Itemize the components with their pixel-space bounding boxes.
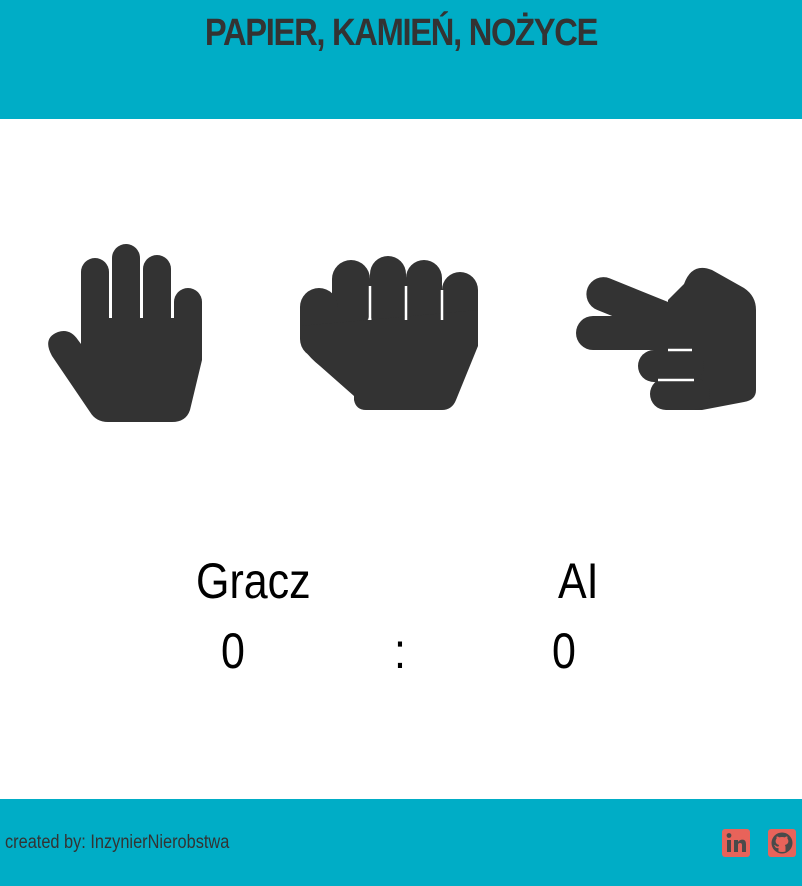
player-score: 0 [221,623,245,679]
score-separator: : [394,623,406,679]
linkedin-icon [726,833,746,852]
hand-scissors-icon [576,267,756,410]
github-link[interactable] [768,829,796,857]
player-label: Gracz [196,553,311,609]
paper-choice-button[interactable] [40,238,210,428]
hand-paper-icon [48,244,203,422]
rock-choice-button[interactable] [296,250,482,416]
scissors-choice-button[interactable] [572,250,762,416]
credits-text: created by: InzynierNierobstwa [5,832,230,853]
linkedin-link[interactable] [722,829,750,857]
ai-label: AI [558,553,599,609]
ai-score: 0 [552,623,576,679]
github-icon [771,832,793,854]
page-title: PAPIER, KAMIEŃ, NOŻYCE [204,12,599,54]
hand-rock-icon [300,256,478,410]
header-bar: PAPIER, KAMIEŃ, NOŻYCE [0,0,802,119]
